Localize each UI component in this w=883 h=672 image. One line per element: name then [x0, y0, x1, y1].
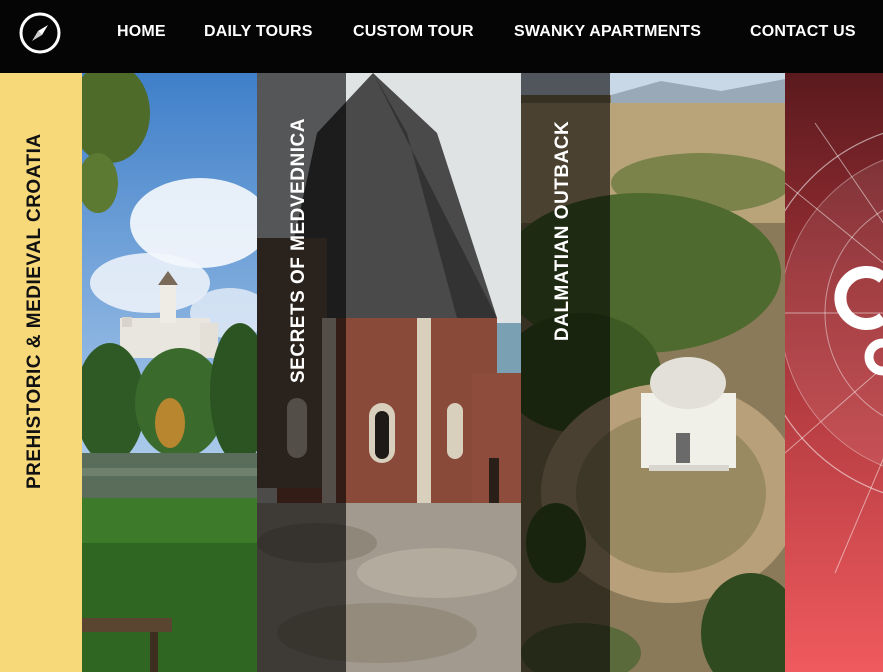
tour-title: SECRETS OF MEDVEDNICA: [288, 118, 309, 383]
tour-card-dalmatian-outback[interactable]: DALMATIAN OUTBACK: [521, 73, 785, 672]
tour-panels: PREHISTORIC & MEDIEVAL CROATIA SECRETS O…: [0, 73, 883, 672]
tour-card-medvednica[interactable]: SECRETS OF MEDVEDNICA: [257, 73, 521, 672]
compass-icon[interactable]: [18, 11, 62, 55]
nav-daily-tours-link[interactable]: DAILY TOURS: [204, 23, 313, 41]
nav-contact-us-link[interactable]: CONTACT US: [750, 23, 856, 41]
tour-title: PREHISTORIC & MEDIEVAL CROATIA: [24, 133, 45, 489]
nav-swanky-apartments-link[interactable]: SWANKY APARTMENTS: [514, 23, 701, 41]
top-navigation: HOME DAILY TOURS CUSTOM TOUR SWANKY APAR…: [0, 0, 883, 73]
tour-card-prehistoric-medieval[interactable]: PREHISTORIC & MEDIEVAL CROATIA: [0, 73, 257, 672]
compass-rose-graphic: [785, 73, 883, 672]
custom-tour-promo-panel[interactable]: [785, 73, 883, 672]
tour-title: DALMATIAN OUTBACK: [552, 120, 573, 341]
nav-home-link[interactable]: HOME: [117, 23, 166, 41]
nav-custom-tour-link[interactable]: CUSTOM TOUR: [353, 23, 474, 41]
